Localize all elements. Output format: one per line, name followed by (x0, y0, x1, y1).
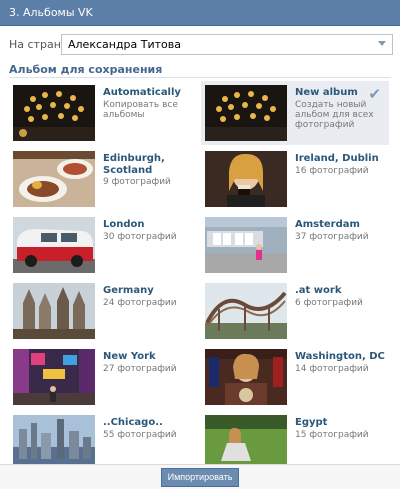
album-name: Edinburgh, Scotland (103, 153, 165, 176)
album-subtitle: 9 фотографий (103, 177, 171, 187)
album-item-washington[interactable]: Washington, DC 14 фотографий (201, 345, 389, 409)
album-item-london[interactable]: London 30 фотографий (9, 213, 197, 277)
page-selector-row: На страницу: Александра Титова (0, 26, 400, 63)
album-name: .at work (295, 285, 342, 296)
window-title: 3. Альбомы VK (0, 0, 400, 26)
album-thumbnail (205, 349, 287, 405)
album-name: New York (103, 351, 156, 362)
checkmark-icon: ✔ (368, 85, 381, 103)
album-subtitle: 15 фотографий (295, 430, 369, 440)
page-select-value: Александра Титова (68, 38, 182, 51)
album-subtitle: 24 фотографии (103, 298, 177, 308)
section-title: Альбом для сохранения (9, 63, 163, 76)
album-thumbnail (13, 415, 95, 471)
chevron-down-icon (378, 41, 386, 46)
album-subtitle: 30 фотографий (103, 232, 177, 242)
album-subtitle: 16 фотографий (295, 166, 369, 176)
album-subtitle: Создать новый альбом для всех фотографий (295, 100, 374, 130)
album-subtitle: 37 фотографий (295, 232, 369, 242)
album-thumbnail (205, 151, 287, 207)
page-select-dropdown[interactable]: Александра Титова (61, 34, 393, 55)
album-item-ireland[interactable]: Ireland, Dublin 16 фотографий (201, 147, 389, 211)
album-name: Ireland, Dublin (295, 153, 379, 164)
album-name: Automatically (103, 87, 181, 98)
album-thumbnail (13, 217, 95, 273)
album-thumbnail (13, 151, 95, 207)
album-item-at-work[interactable]: .at work 6 фотографий (201, 279, 389, 343)
album-thumbnail (205, 283, 287, 339)
album-subtitle: 6 фотографий (295, 298, 363, 308)
album-name: Egypt (295, 417, 328, 428)
album-subtitle: 14 фотографий (295, 364, 369, 374)
album-item-amsterdam[interactable]: Amsterdam 37 фотографий (201, 213, 389, 277)
album-thumbnail (13, 349, 95, 405)
album-thumbnail (205, 415, 287, 471)
album-item-automatically[interactable]: Automatically Копировать все альбомы (9, 81, 197, 145)
album-thumbnail (205, 85, 287, 141)
album-subtitle: 27 фотографий (103, 364, 177, 374)
section-divider (9, 77, 391, 78)
album-name: Washington, DC (295, 351, 385, 362)
album-subtitle: Копировать все альбомы (103, 100, 178, 120)
album-item-new-album[interactable]: New album Создать новый альбом для всех … (201, 81, 389, 145)
album-item-new-york[interactable]: New York 27 фотографий (9, 345, 197, 409)
album-thumbnail (13, 85, 95, 141)
footer-bar: Импортировать (0, 464, 400, 489)
album-name: Germany (103, 285, 154, 296)
album-item-edinburgh[interactable]: Edinburgh, Scotland 9 фотографий (9, 147, 197, 211)
album-name: Amsterdam (295, 219, 360, 230)
album-thumbnail (205, 217, 287, 273)
album-name: ..Chicago.. (103, 417, 163, 428)
album-thumbnail (13, 283, 95, 339)
album-subtitle: 55 фотографий (103, 430, 177, 440)
album-item-germany[interactable]: Germany 24 фотографии (9, 279, 197, 343)
album-name: London (103, 219, 145, 230)
import-button[interactable]: Импортировать (161, 468, 239, 487)
